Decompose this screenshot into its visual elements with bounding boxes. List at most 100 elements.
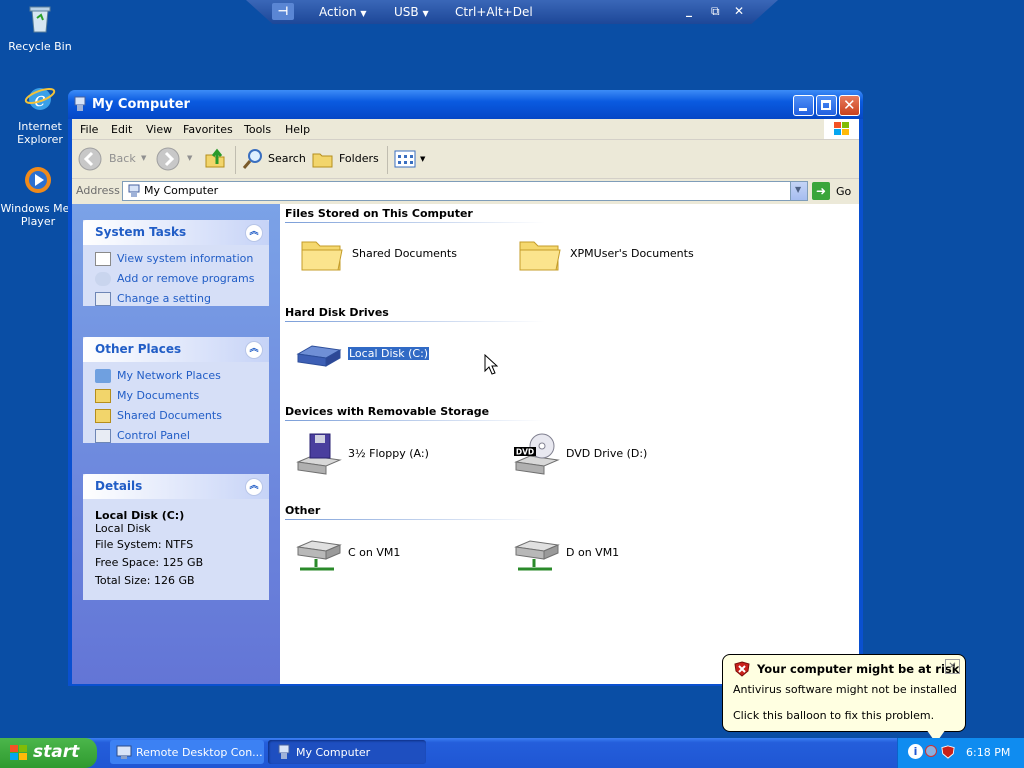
- collapse-chevron-icon[interactable]: ︽: [245, 224, 263, 242]
- window-client: File Edit View Favorites Tools Help Back…: [72, 119, 859, 684]
- security-balloon[interactable]: Your computer might be at risk ✕ Antivir…: [722, 654, 966, 732]
- network-icon[interactable]: [925, 745, 937, 757]
- details-free-space: Free Space: 125 GB: [95, 556, 204, 569]
- item-xpmuser-documents[interactable]: XPMUser's Documents: [516, 230, 696, 278]
- network-places-icon: [95, 369, 111, 383]
- place-label: Control Panel: [117, 429, 190, 442]
- details-header[interactable]: Details ︽: [83, 474, 269, 499]
- menu-bar: File Edit View Favorites Tools Help: [72, 119, 859, 140]
- chevron-down-icon: ▼: [420, 155, 426, 163]
- task-label: View system information: [117, 252, 254, 265]
- clock[interactable]: 6:18 PM: [966, 746, 1010, 759]
- chevron-down-icon: ▼: [422, 9, 429, 18]
- item-shared-documents[interactable]: Shared Documents: [298, 230, 458, 278]
- minimize-icon[interactable]: _: [686, 3, 692, 17]
- security-shield-icon: [734, 661, 750, 677]
- views-button[interactable]: ▼: [394, 146, 430, 172]
- go-label: Go: [836, 185, 852, 198]
- place-label: My Network Places: [117, 369, 221, 382]
- collapse-chevron-icon[interactable]: ︽: [245, 341, 263, 359]
- other-places-header[interactable]: Other Places ︽: [83, 337, 269, 362]
- item-d-on-vm1[interactable]: D on VM1: [512, 529, 672, 577]
- minimize-icon: [799, 108, 807, 111]
- details-title: Details: [95, 479, 143, 493]
- up-folder-button[interactable]: [204, 146, 230, 172]
- network-drive-icon: [514, 540, 560, 571]
- details-total-size: Total Size: 126 GB: [95, 574, 195, 587]
- minimize-button[interactable]: [793, 95, 814, 116]
- close-icon[interactable]: ✕: [734, 4, 744, 18]
- place-control-panel[interactable]: Control Panel: [83, 426, 269, 446]
- svg-text:DVD: DVD: [516, 448, 534, 457]
- chevron-down-icon: ▼: [187, 154, 193, 162]
- task-label: Add or remove programs: [117, 272, 255, 285]
- file-list-pane[interactable]: Files Stored on This Computer Shared Doc…: [280, 204, 859, 684]
- item-local-disk-c[interactable]: Local Disk (C:): [294, 330, 454, 378]
- menu-view[interactable]: View: [146, 123, 172, 136]
- security-shield-icon[interactable]: [941, 745, 955, 759]
- item-dvd-drive-d[interactable]: DVD DVD Drive (D:): [512, 430, 682, 478]
- item-label-selected: Local Disk (C:): [348, 347, 430, 360]
- section-divider: [285, 321, 545, 322]
- taskbar-button-my-computer[interactable]: My Computer: [268, 740, 426, 764]
- menu-help[interactable]: Help: [285, 123, 310, 136]
- system-tasks-header[interactable]: System Tasks ︽: [83, 220, 269, 245]
- action-menu[interactable]: Action ▼: [319, 5, 367, 19]
- go-arrow-icon: ➜: [812, 182, 830, 200]
- ctrl-alt-del-button[interactable]: Ctrl+Alt+Del: [455, 5, 533, 19]
- section-header: Files Stored on This Computer: [285, 207, 473, 220]
- remote-desktop-connection-bar: ⊣ Action ▼ USB ▼ Ctrl+Alt+Del _ ⧉ ✕: [246, 0, 778, 24]
- taskbar-button-remote-desktop[interactable]: Remote Desktop Con...: [110, 740, 264, 764]
- task-change-setting[interactable]: Change a setting: [83, 289, 269, 309]
- close-button[interactable]: ✕: [839, 95, 860, 116]
- add-remove-programs-icon: [95, 272, 111, 286]
- taskbar: start Remote Desktop Con... My Computer …: [0, 738, 1024, 768]
- item-label: Shared Documents: [352, 247, 457, 260]
- usb-menu[interactable]: USB ▼: [394, 5, 429, 19]
- address-dropdown-button[interactable]: ▼: [790, 182, 807, 200]
- balloon-line-2: Click this balloon to fix this problem.: [733, 709, 935, 722]
- section-divider: [285, 519, 545, 520]
- balloon-close-button[interactable]: ✕: [945, 659, 960, 674]
- task-view-system-information[interactable]: View system information: [83, 249, 269, 269]
- balloon-line-1: Antivirus software might not be installe…: [733, 683, 957, 696]
- menu-tools[interactable]: Tools: [244, 123, 271, 136]
- place-shared-documents[interactable]: Shared Documents: [83, 406, 269, 426]
- menu-edit[interactable]: Edit: [111, 123, 132, 136]
- folders-icon: [312, 153, 333, 168]
- start-button[interactable]: start: [0, 738, 97, 768]
- folders-label: Folders: [339, 152, 379, 165]
- search-button[interactable]: Search: [242, 146, 306, 172]
- forward-button[interactable]: ▼: [156, 146, 198, 172]
- place-my-network-places[interactable]: My Network Places: [83, 366, 269, 386]
- dvd-drive-icon: DVD: [514, 433, 560, 475]
- item-c-on-vm1[interactable]: C on VM1: [294, 529, 454, 577]
- restore-icon[interactable]: ⧉: [711, 4, 720, 19]
- item-floppy-a[interactable]: 3½ Floppy (A:): [294, 430, 454, 478]
- taskbar-button-label: My Computer: [296, 746, 371, 759]
- task-add-remove-programs[interactable]: Add or remove programs: [83, 269, 269, 289]
- control-panel-icon: [95, 429, 111, 443]
- pin-button[interactable]: ⊣: [272, 3, 294, 20]
- folders-button[interactable]: Folders: [312, 146, 382, 172]
- desktop-icon-label: Recycle Bin: [8, 40, 72, 53]
- address-field[interactable]: My Computer ▼: [122, 181, 808, 201]
- folder-icon: [95, 409, 111, 423]
- menu-file[interactable]: File: [80, 123, 98, 136]
- menu-favorites[interactable]: Favorites: [183, 123, 233, 136]
- network-drive-icon: [296, 540, 342, 571]
- section-header: Devices with Removable Storage: [285, 405, 490, 418]
- collapse-chevron-icon[interactable]: ︽: [245, 478, 263, 496]
- back-button[interactable]: Back ▼: [78, 146, 148, 172]
- other-places-title: Other Places: [95, 342, 182, 356]
- address-bar: Address My Computer ▼ ➜ Go: [72, 179, 859, 203]
- desktop-icon-recycle-bin[interactable]: Recycle Bin: [0, 2, 80, 53]
- desktop-icon-windows-media-player[interactable]: Windows Mec Player: [0, 164, 78, 228]
- place-my-documents[interactable]: My Documents: [83, 386, 269, 406]
- maximize-button[interactable]: [816, 95, 837, 116]
- go-button[interactable]: ➜ Go: [812, 181, 856, 201]
- up-folder-icon: [205, 148, 225, 168]
- folder-icon: [519, 241, 561, 271]
- title-bar[interactable]: My Computer ✕: [68, 90, 863, 119]
- info-icon[interactable]: i: [908, 744, 923, 759]
